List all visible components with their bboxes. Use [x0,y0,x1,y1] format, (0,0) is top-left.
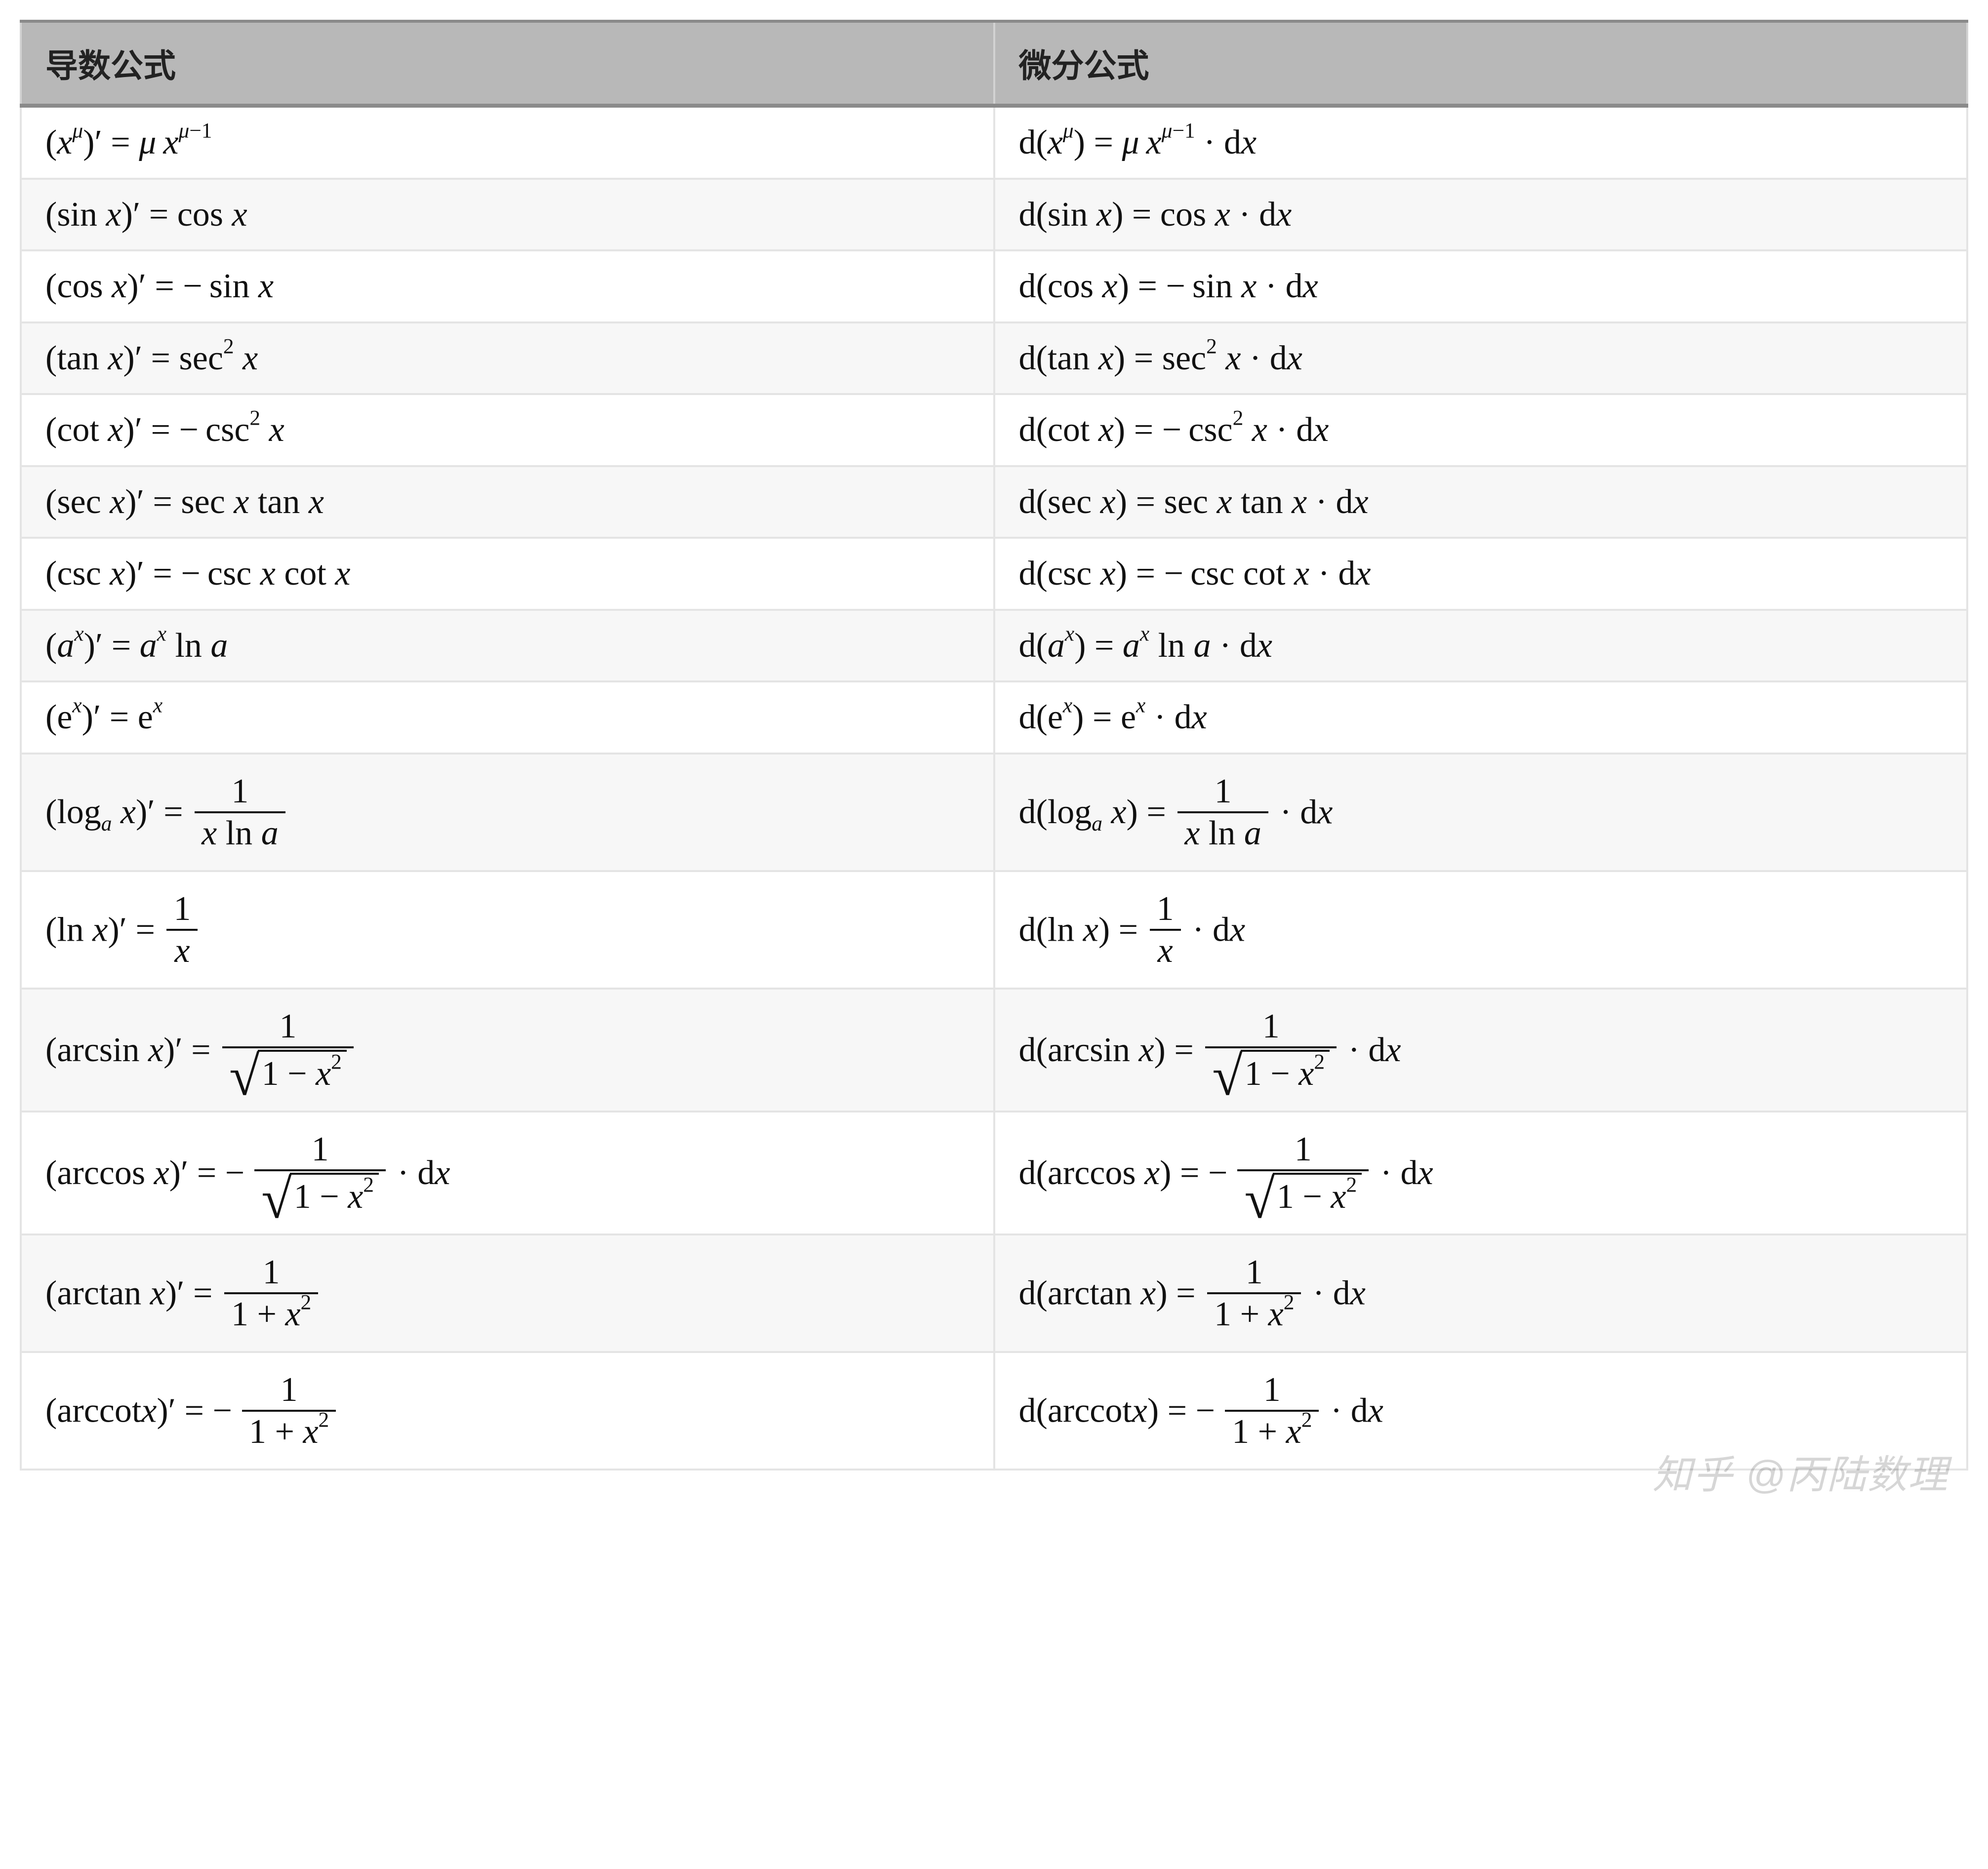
derivative-cell: (ex)′ = ex [21,681,994,754]
table-row: (cot x)′ = − csc2 xd(cot x) = − csc2 x ·… [21,394,1967,466]
header-differential: 微分公式 [994,21,1968,106]
differential-cell: d(csc x) = − csc cot x · dx [994,538,1968,610]
differential-cell: d(cot x) = − csc2 x · dx [994,394,1968,466]
differential-cell: d(tan x) = sec2 x · dx [994,322,1968,395]
derivative-cell: (arccos x)′ = − 1√1 − x2 · dx [21,1112,994,1234]
differential-cell: d(arctan x) = 11 + x2 · dx [994,1234,1968,1352]
derivative-cell: (arcsin x)′ = 1√1 − x2 [21,989,994,1112]
table-row: (arccos x)′ = − 1√1 − x2 · dxd(arccos x)… [21,1112,1967,1234]
derivative-cell: (arctan x)′ = 11 + x2 [21,1234,994,1352]
derivative-cell: (cos x)′ = − sin x [21,250,994,322]
table-row: (ex)′ = exd(ex) = ex · dx [21,681,1967,754]
derivative-cell: (csc x)′ = − csc x cot x [21,538,994,610]
derivative-cell: (tan x)′ = sec2 x [21,322,994,395]
derivative-cell: (xμ)′ = μ xμ−1 [21,106,994,179]
derivative-cell: (ln x)′ = 1x [21,871,994,989]
watermark: 知乎 @丙陆数理 [1653,1443,1948,1500]
differential-cell: d(sec x) = sec x tan x · dx [994,466,1968,538]
table-header-row: 导数公式 微分公式 [21,21,1967,106]
differential-cell: d(sin x) = cos x · dx [994,179,1968,251]
derivative-cell: (loga x)′ = 1x ln a [21,754,994,871]
table-row: (ax)′ = ax ln ad(ax) = ax ln a · dx [21,610,1967,682]
derivative-cell: (ax)′ = ax ln a [21,610,994,682]
table-row: (sin x)′ = cos xd(sin x) = cos x · dx [21,179,1967,251]
derivative-cell: (sin x)′ = cos x [21,179,994,251]
table-row: (sec x)′ = sec x tan xd(sec x) = sec x t… [21,466,1967,538]
table-row: (cos x)′ = − sin xd(cos x) = − sin x · d… [21,250,1967,322]
derivative-cell: (arccotx)′ = − 11 + x2 [21,1352,994,1470]
table-row: (csc x)′ = − csc x cot xd(csc x) = − csc… [21,538,1967,610]
derivative-cell: (cot x)′ = − csc2 x [21,394,994,466]
derivative-cell: (sec x)′ = sec x tan x [21,466,994,538]
differential-cell: d(arccos x) = − 1√1 − x2 · dx [994,1112,1968,1234]
table-row: (ln x)′ = 1xd(ln x) = 1x · dx [21,871,1967,989]
table-row: (arcsin x)′ = 1√1 − x2d(arcsin x) = 1√1 … [21,989,1967,1112]
table-body: (xμ)′ = μ xμ−1d(xμ) = μ xμ−1 · dx(sin x)… [21,106,1967,1470]
table-row: (loga x)′ = 1x ln ad(loga x) = 1x ln a ·… [21,754,1967,871]
differential-cell: d(ex) = ex · dx [994,681,1968,754]
table-row: (xμ)′ = μ xμ−1d(xμ) = μ xμ−1 · dx [21,106,1967,179]
differential-cell: d(arcsin x) = 1√1 − x2 · dx [994,989,1968,1112]
differential-cell: d(ax) = ax ln a · dx [994,610,1968,682]
table-row: (tan x)′ = sec2 xd(tan x) = sec2 x · dx [21,322,1967,395]
differential-cell: d(cos x) = − sin x · dx [994,250,1968,322]
header-derivative: 导数公式 [21,21,994,106]
differential-cell: d(loga x) = 1x ln a · dx [994,754,1968,871]
differential-cell: d(ln x) = 1x · dx [994,871,1968,989]
formula-table: 导数公式 微分公式 (xμ)′ = μ xμ−1d(xμ) = μ xμ−1 ·… [20,20,1968,1471]
differential-cell: d(xμ) = μ xμ−1 · dx [994,106,1968,179]
table-row: (arctan x)′ = 11 + x2d(arctan x) = 11 + … [21,1234,1967,1352]
page: 导数公式 微分公式 (xμ)′ = μ xμ−1d(xμ) = μ xμ−1 ·… [0,0,1988,1520]
